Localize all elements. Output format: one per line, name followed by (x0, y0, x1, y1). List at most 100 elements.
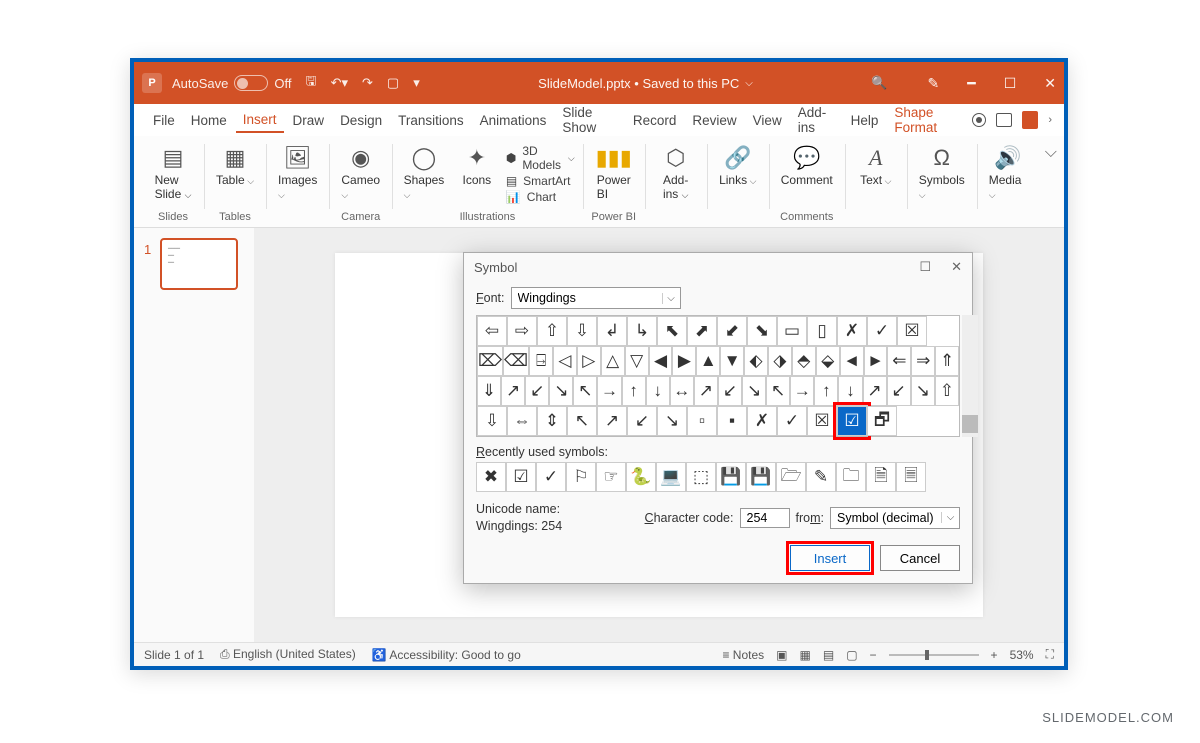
symbol-cell[interactable]: ▶ (672, 346, 696, 376)
symbol-cell[interactable]: ▽ (625, 346, 649, 376)
font-input[interactable] (512, 291, 662, 305)
accessibility-status[interactable]: ♿ Accessibility: Good to go (372, 648, 521, 662)
scrollbar-thumb[interactable] (962, 415, 978, 433)
symbol-cell[interactable]: ✓ (777, 406, 807, 436)
symbol-cell[interactable]: ⍈ (529, 346, 553, 376)
symbol-cell[interactable]: ↳ (627, 316, 657, 346)
pencil-icon[interactable]: ✎ (928, 75, 940, 92)
symbol-cell[interactable]: ▼ (720, 346, 744, 376)
symbol-cell[interactable]: ⇦ (477, 316, 507, 346)
symbol-cell[interactable]: ▪ (717, 406, 747, 436)
symbol-cell[interactable]: ⬋ (717, 316, 747, 346)
save-icon[interactable]: 🖫 (305, 72, 316, 94)
symbol-cell[interactable]: ✗ (837, 316, 867, 346)
symbol-cell[interactable]: ↔ (670, 376, 694, 406)
tab-insert[interactable]: Insert (236, 108, 284, 133)
symbol-cell[interactable]: ◄ (840, 346, 864, 376)
from-combo[interactable]: ⌵ (830, 507, 960, 529)
symbol-cell[interactable]: ↙ (718, 376, 742, 406)
symbol-cell[interactable]: ▯ (807, 316, 837, 346)
text-button[interactable]: AText (853, 140, 899, 190)
symbol-cell[interactable]: ↗ (597, 406, 627, 436)
symbol-cell[interactable]: ⇧ (935, 376, 959, 406)
slide-thumbnail[interactable]: 1 ━━━━━━━━ (160, 238, 238, 290)
search-icon[interactable]: 🔍 (871, 75, 887, 91)
symbol-cell[interactable]: ⬉ (657, 316, 687, 346)
symbol-cell[interactable]: ⇓ (477, 376, 501, 406)
symbol-cell[interactable]: ▲ (696, 346, 720, 376)
tab-record[interactable]: Record (626, 109, 684, 132)
tab-addins[interactable]: Add-ins (791, 101, 842, 139)
font-combo[interactable]: ⌵ (511, 287, 681, 309)
symbol-cell[interactable]: ▭ (777, 316, 807, 346)
comments-pane-icon[interactable] (996, 113, 1012, 127)
symbols-button[interactable]: ΩSymbols (915, 140, 969, 204)
symbol-cell[interactable]: ↘ (742, 376, 766, 406)
symbol-cell[interactable]: ⇧ (537, 316, 567, 346)
recent-symbol-cell[interactable]: ☑ (506, 462, 536, 492)
symbol-cell[interactable]: ⬖ (744, 346, 768, 376)
insert-button[interactable]: Insert (790, 545, 870, 571)
autosave-toggle[interactable]: AutoSave Off (172, 75, 291, 91)
symbol-cell[interactable]: 🗗 (867, 406, 897, 436)
undo-icon[interactable]: ↶▾ (331, 75, 348, 91)
document-title[interactable]: SlideModel.pptx • Saved to this PC ⌵ (538, 76, 753, 91)
recent-symbol-cell[interactable]: 💾 (716, 462, 746, 492)
addins-button[interactable]: ⬡Add-ins ⌵ (653, 140, 699, 204)
symbol-cell[interactable]: ↘ (549, 376, 573, 406)
recent-symbol-cell[interactable]: ⚐ (566, 462, 596, 492)
symbol-cell[interactable]: ⇐ (887, 346, 911, 376)
close-icon[interactable]: ✕ (1044, 75, 1056, 92)
tab-slideshow[interactable]: Slide Show (555, 101, 623, 139)
recent-symbol-cell[interactable]: ✓ (536, 462, 566, 492)
sorter-view-icon[interactable]: ▦ (800, 648, 811, 662)
dialog-maximize-icon[interactable]: ☐ (919, 259, 931, 275)
reading-view-icon[interactable]: ▤ (823, 648, 834, 662)
symbol-cell[interactable]: ⇒ (911, 346, 935, 376)
symbol-cell[interactable]: ⇩ (477, 406, 507, 436)
symbol-cell[interactable]: ↘ (911, 376, 935, 406)
recent-symbol-cell[interactable]: 🐍 (626, 462, 656, 492)
recent-symbol-cell[interactable]: ☞ (596, 462, 626, 492)
cancel-button[interactable]: Cancel (880, 545, 960, 571)
symbol-cell[interactable]: ↙ (525, 376, 549, 406)
links-button[interactable]: 🔗Links (715, 140, 761, 190)
symbol-cell[interactable]: ↗ (501, 376, 525, 406)
symbol-cell[interactable]: ↓ (646, 376, 670, 406)
tab-animations[interactable]: Animations (473, 109, 554, 132)
shapes-button[interactable]: ◯Shapes (400, 140, 448, 204)
chart-button[interactable]: 📊Chart (506, 190, 575, 204)
tab-shape-format[interactable]: Shape Format (887, 101, 970, 139)
symbol-cell[interactable]: ↲ (597, 316, 627, 346)
symbol-cell[interactable]: ⬘ (792, 346, 816, 376)
tab-review[interactable]: Review (685, 109, 743, 132)
maximize-icon[interactable]: ☐ (1004, 75, 1017, 92)
icons-button[interactable]: ✦Icons (454, 140, 500, 204)
symbol-cell[interactable]: ↗ (863, 376, 887, 406)
symbol-cell[interactable]: ↘ (657, 406, 687, 436)
tab-design[interactable]: Design (333, 109, 389, 132)
fit-to-window-icon[interactable]: ⛶ (1046, 647, 1054, 662)
symbol-cell[interactable]: ⇔ (507, 406, 537, 436)
table-button[interactable]: ▦Table (212, 140, 258, 190)
symbol-cell[interactable]: ☒ (807, 406, 837, 436)
cameo-button[interactable]: ◉Cameo (337, 140, 384, 204)
symbol-cell[interactable]: ✗ (747, 406, 777, 436)
normal-view-icon[interactable]: ▣ (776, 648, 787, 662)
symbol-cell[interactable]: ⌫ (503, 346, 529, 376)
symbol-cell[interactable]: ► (864, 346, 888, 376)
present-icon[interactable]: ▢ (387, 75, 399, 91)
ribbon-overflow-icon[interactable]: › (1048, 114, 1052, 126)
symbol-cell[interactable]: ▷ (577, 346, 601, 376)
symbol-cell[interactable]: ⬊ (747, 316, 777, 346)
smartart-button[interactable]: ▤SmartArt (506, 174, 575, 188)
tab-help[interactable]: Help (844, 109, 886, 132)
symbol-cell[interactable]: ↖ (567, 406, 597, 436)
symbol-cell[interactable]: ⬙ (816, 346, 840, 376)
slideshow-view-icon[interactable]: ▢ (846, 648, 857, 662)
symbol-cell[interactable]: ✓ (867, 316, 897, 346)
symbol-cell[interactable]: ↖ (766, 376, 790, 406)
tab-file[interactable]: File (146, 109, 182, 132)
recent-symbol-cell[interactable]: 🗎 (866, 462, 896, 492)
zoom-slider[interactable] (889, 654, 979, 656)
